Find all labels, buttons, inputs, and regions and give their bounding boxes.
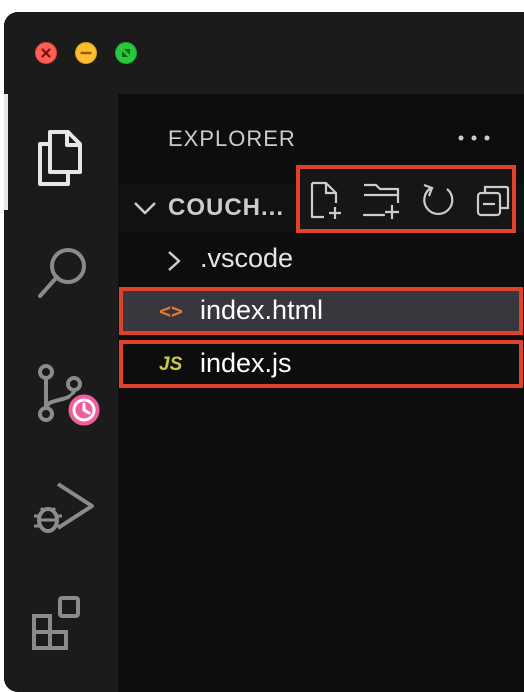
collapse-all-button[interactable] <box>474 181 514 221</box>
tree-item-label: index.html <box>200 295 324 325</box>
chevron-right-icon <box>168 251 181 271</box>
activity-bar <box>4 94 118 692</box>
collapse-all-icon <box>476 185 510 217</box>
explorer-sidebar: EXPLORER COUCH... .vscode <> index.html … <box>118 94 524 692</box>
js-file-icon: JS <box>159 354 183 375</box>
minimize-icon <box>80 51 92 55</box>
chevron-down-icon <box>134 202 156 215</box>
new-file-icon <box>310 181 341 219</box>
activity-explorer[interactable] <box>4 114 118 198</box>
run-debug-icon <box>34 482 94 533</box>
source-control-icon <box>38 364 103 429</box>
refresh-button[interactable] <box>418 181 458 221</box>
sidebar-title: EXPLORER <box>168 126 296 151</box>
html-file-icon: <> <box>159 299 184 323</box>
new-file-button[interactable] <box>306 181 346 221</box>
title-bar <box>4 12 524 94</box>
tree-item-label: .vscode <box>200 243 294 273</box>
ellipsis-icon[interactable] <box>454 124 494 152</box>
tree-item-label: index.js <box>200 348 292 378</box>
maximize-icon <box>122 49 130 57</box>
activity-source-control[interactable] <box>4 348 118 432</box>
workspace-title: COUCH... <box>168 194 284 221</box>
tree-item-index-html[interactable]: <> index.html <box>119 287 523 335</box>
search-icon <box>38 248 86 298</box>
new-folder-icon <box>362 183 400 219</box>
tree-item-vscode-folder[interactable]: .vscode <box>118 235 522 283</box>
close-window-button[interactable] <box>35 42 57 64</box>
tree-item-index-js[interactable]: JS index.js <box>119 340 523 388</box>
new-folder-button[interactable] <box>362 181 402 221</box>
vscode-window: EXPLORER COUCH... .vscode <> index.html … <box>4 12 524 692</box>
activity-extensions[interactable] <box>4 584 118 668</box>
clock-icon <box>65 391 103 429</box>
activity-run-debug[interactable] <box>4 466 118 550</box>
minimize-window-button[interactable] <box>75 42 97 64</box>
refresh-icon <box>423 183 454 216</box>
section-actions-toolbar <box>296 165 516 233</box>
close-icon <box>41 48 51 58</box>
extensions-icon <box>32 596 80 650</box>
files-icon <box>38 130 82 186</box>
maximize-window-button[interactable] <box>115 42 137 64</box>
activity-search[interactable] <box>4 234 118 318</box>
